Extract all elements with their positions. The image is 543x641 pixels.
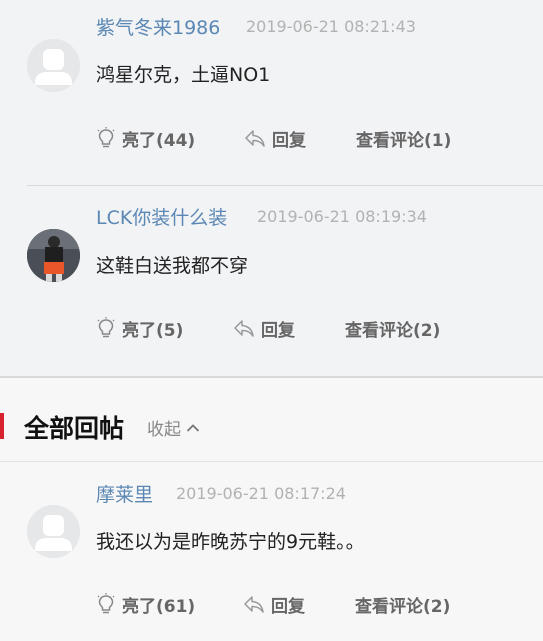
view-comments-button[interactable]: 查看评论(1) (356, 126, 452, 151)
comment-divider (27, 185, 543, 186)
avatar[interactable] (27, 39, 80, 92)
reply-label: 回复 (271, 596, 305, 617)
reply-arrow-icon (244, 596, 264, 613)
timestamp: 2019-06-21 08:17:24 (176, 484, 346, 503)
avatar-placeholder-icon (27, 39, 80, 92)
reply-label: 回复 (272, 130, 306, 151)
reply-button[interactable]: 回复 (233, 316, 295, 341)
view-comments-label: 查看评论(2) (355, 596, 451, 617)
avatar-placeholder-icon (27, 505, 80, 558)
accent-bar (0, 413, 4, 439)
like-label: 亮了(5) (122, 320, 184, 341)
collapse-button[interactable]: 收起 (147, 415, 200, 440)
comment-text: 这鞋白送我都不穿 (96, 255, 249, 277)
view-comments-button[interactable]: 查看评论(2) (355, 592, 451, 617)
avatar[interactable] (27, 505, 80, 558)
reply-button[interactable]: 回复 (243, 592, 305, 617)
view-comments-label: 查看评论(2) (345, 320, 441, 341)
header-divider (0, 461, 543, 462)
like-button[interactable]: 亮了(5) (96, 316, 184, 341)
avatar[interactable] (27, 229, 80, 282)
like-label: 亮了(61) (122, 596, 196, 617)
collapse-label: 收起 (147, 420, 181, 440)
lightbulb-icon (97, 317, 115, 338)
user-photo-icon (27, 229, 80, 282)
reply-text: 我还以为是昨晚苏宁的9元鞋。。 (96, 531, 365, 553)
reply-arrow-icon (245, 130, 265, 147)
username[interactable]: 紫气冬来1986 (96, 13, 220, 40)
like-button[interactable]: 亮了(61) (96, 592, 196, 617)
reply-label: 回复 (261, 320, 295, 341)
lightbulb-icon (97, 593, 115, 614)
username[interactable]: 摩莱里 (96, 480, 153, 507)
username[interactable]: LCK你装什么装 (96, 203, 227, 230)
all-replies-header: 全部回帖 收起 (0, 395, 543, 459)
reply-arrow-icon (234, 320, 254, 337)
timestamp: 2019-06-21 08:21:43 (246, 17, 416, 36)
like-label: 亮了(44) (122, 130, 196, 151)
view-comments-button[interactable]: 查看评论(2) (345, 316, 441, 341)
like-button[interactable]: 亮了(44) (96, 126, 196, 151)
comment-text: 鸿星尔克，土逼NO1 (96, 64, 271, 86)
section-title: 全部回帖 (24, 414, 125, 443)
view-comments-label: 查看评论(1) (356, 130, 452, 151)
chevron-up-icon (186, 423, 200, 432)
reply-button[interactable]: 回复 (244, 126, 306, 151)
lightbulb-icon (97, 127, 115, 148)
timestamp: 2019-06-21 08:19:34 (257, 207, 427, 226)
